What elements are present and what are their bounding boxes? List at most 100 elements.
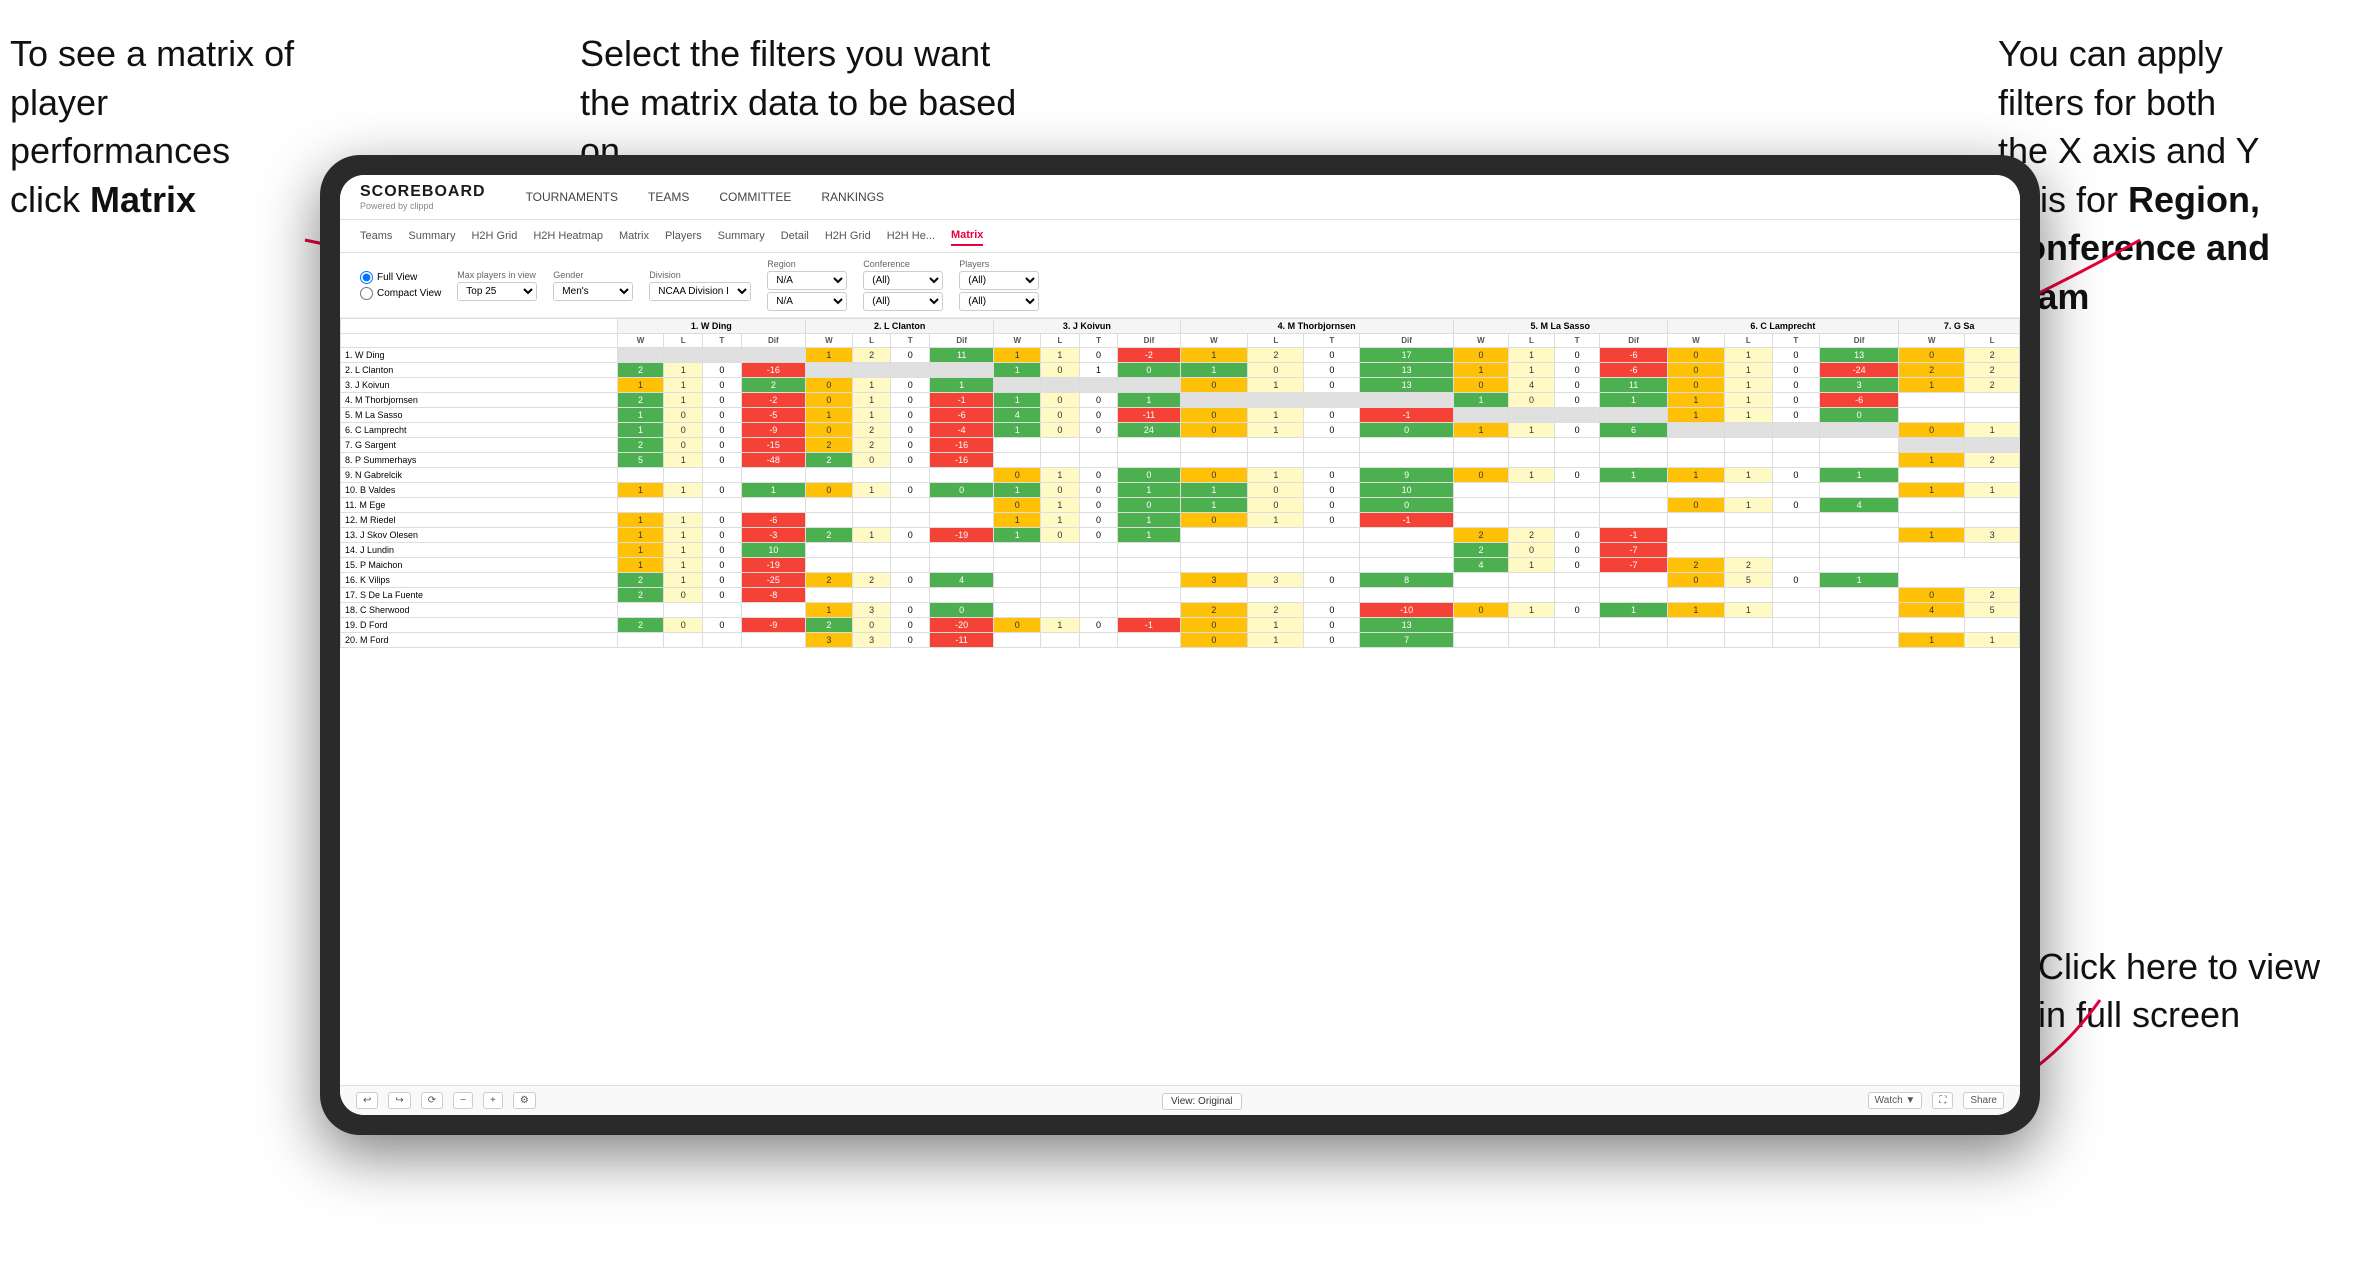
cell-r0-c3-3: 17 xyxy=(1360,348,1453,363)
region-select-2[interactable]: N/A xyxy=(767,292,847,311)
cell-r16-c6-0: 0 xyxy=(1899,588,1965,603)
cell-r15-c3-0: 3 xyxy=(1180,573,1248,588)
cell-r4-c0-2: 0 xyxy=(703,408,742,423)
cell-r2-c4-1: 4 xyxy=(1509,378,1555,393)
conference-select-2[interactable]: (All) xyxy=(863,292,943,311)
nav-teams[interactable]: TEAMS xyxy=(648,186,689,208)
cell-r10-c1-3 xyxy=(930,498,994,513)
undo-btn[interactable]: ↩ xyxy=(356,1092,378,1109)
full-view-radio[interactable] xyxy=(360,271,373,284)
cell-r5-c4-1: 1 xyxy=(1509,423,1555,438)
players-select-2[interactable]: (All) xyxy=(959,292,1039,311)
cell-r3-c1-3: -1 xyxy=(930,393,994,408)
cell-r18-c0-1: 0 xyxy=(664,618,703,633)
cell-r18-c5-2 xyxy=(1772,618,1819,633)
cell-r3-c5-2: 0 xyxy=(1772,393,1819,408)
tab-summary[interactable]: Summary xyxy=(408,227,455,245)
cell-r12-c4-3: -1 xyxy=(1600,528,1667,543)
cell-r1-c4-3: -6 xyxy=(1600,363,1667,378)
cell-r1-c0-1: 1 xyxy=(664,363,703,378)
tab-matrix-active[interactable]: Matrix xyxy=(951,226,983,246)
cell-r14-c2-3 xyxy=(1118,558,1180,573)
division-select[interactable]: NCAA Division I xyxy=(649,282,751,301)
cell-r14-c2-0 xyxy=(994,558,1041,573)
cell-r11-c5-0 xyxy=(1667,513,1725,528)
tab-h2h-grid[interactable]: H2H Grid xyxy=(471,227,517,245)
cell-r19-c5-0 xyxy=(1667,633,1725,648)
cell-r0-c1-0: 1 xyxy=(805,348,852,363)
tab-matrix-1[interactable]: Matrix xyxy=(619,227,649,245)
matrix-content[interactable]: 1. W Ding 2. L Clanton 3. J Koivun 4. M … xyxy=(340,318,2020,1085)
cell-r16-c4-2 xyxy=(1554,588,1600,603)
cell-r7-c0-1: 1 xyxy=(664,453,703,468)
cell-r5-c6-1: 1 xyxy=(1965,423,2020,438)
full-view-option[interactable]: Full View xyxy=(360,271,441,284)
tab-players[interactable]: Players xyxy=(665,227,702,245)
cell-r19-c6-1: 1 xyxy=(1965,633,2020,648)
cell-r7-c4-3 xyxy=(1600,453,1667,468)
cell-r11-c1-0 xyxy=(805,513,852,528)
cell-r8-c1-3 xyxy=(930,468,994,483)
cell-r16-c5-3 xyxy=(1820,588,1899,603)
expand-btn[interactable]: ⛶ xyxy=(1932,1092,1953,1109)
max-players-select[interactable]: Top 25 xyxy=(457,282,537,301)
nav-committee[interactable]: COMMITTEE xyxy=(719,186,791,208)
redo-btn[interactable]: ↪ xyxy=(388,1092,410,1109)
cell-r1-c3-2: 0 xyxy=(1304,363,1360,378)
cell-r10-c3-0: 1 xyxy=(1180,498,1248,513)
cell-r10-c2-0: 0 xyxy=(994,498,1041,513)
cell-r5-c2-3: 24 xyxy=(1118,423,1180,438)
watch-btn[interactable]: Watch ▼ xyxy=(1868,1092,1923,1109)
cell-r9-c0-1: 1 xyxy=(664,483,703,498)
cell-r0-c5-0: 0 xyxy=(1667,348,1725,363)
zoom-in-btn[interactable]: + xyxy=(483,1092,503,1109)
cell-r15-c4-2 xyxy=(1554,573,1600,588)
region-select[interactable]: N/A xyxy=(767,271,847,290)
zoom-out-btn[interactable]: − xyxy=(453,1092,473,1109)
share-btn[interactable]: Share xyxy=(1963,1092,2004,1109)
nav-rankings[interactable]: RANKINGS xyxy=(821,186,884,208)
cell-r17-c1-2: 0 xyxy=(891,603,930,618)
compact-view-label: Compact View xyxy=(377,288,441,299)
compact-view-option[interactable]: Compact View xyxy=(360,287,441,300)
cell-r7-c1-3: -16 xyxy=(930,453,994,468)
cell-r6-c0-0: 2 xyxy=(617,438,664,453)
cell-r15-c3-2: 0 xyxy=(1304,573,1360,588)
cell-r13-c5-0 xyxy=(1667,543,1725,558)
cell-r2-c4-2: 0 xyxy=(1554,378,1600,393)
tab-detail[interactable]: Detail xyxy=(781,227,809,245)
settings-btn[interactable]: ⚙ xyxy=(513,1092,536,1109)
refresh-btn[interactable]: ⟳ xyxy=(421,1092,443,1109)
tab-h2h-grid-2[interactable]: H2H Grid xyxy=(825,227,871,245)
cell-r11-c6-1 xyxy=(1965,513,2020,528)
cell-r13-c4-2: 0 xyxy=(1554,543,1600,558)
cell-r2-c1-3: 1 xyxy=(930,378,994,393)
cell-r4-c4-2 xyxy=(1554,408,1600,423)
cell-r14-c5-3 xyxy=(1820,558,1899,573)
cell-r4-c0-1: 0 xyxy=(664,408,703,423)
table-row: 15. P Maichon110-19410-722 xyxy=(341,558,2020,573)
tab-summary-2[interactable]: Summary xyxy=(718,227,765,245)
cell-r4-c1-3: -6 xyxy=(930,408,994,423)
nav-tournaments[interactable]: TOURNAMENTS xyxy=(526,186,618,208)
tab-h2h-he[interactable]: H2H He... xyxy=(887,227,935,245)
tab-teams[interactable]: Teams xyxy=(360,227,392,245)
cell-r8-c1-1 xyxy=(852,468,891,483)
cell-r14-c4-1: 1 xyxy=(1509,558,1555,573)
sh-6-t: T xyxy=(1772,334,1819,348)
cell-r13-c3-1 xyxy=(1248,543,1304,558)
cell-r18-c3-3: 13 xyxy=(1360,618,1453,633)
ann-tc-text: Select the filters you want the matrix d… xyxy=(580,33,1016,171)
cell-r3-c2-3: 1 xyxy=(1118,393,1180,408)
conference-select[interactable]: (All) xyxy=(863,271,943,290)
gender-select[interactable]: Men's xyxy=(553,282,633,301)
compact-view-radio[interactable] xyxy=(360,287,373,300)
cell-r9-c3-0: 1 xyxy=(1180,483,1248,498)
cell-r12-c0-1: 1 xyxy=(664,528,703,543)
cell-r8-c0-3 xyxy=(741,468,805,483)
players-select[interactable]: (All) xyxy=(959,271,1039,290)
cell-r13-c2-1 xyxy=(1041,543,1080,558)
tab-h2h-heatmap[interactable]: H2H Heatmap xyxy=(533,227,603,245)
view-original-btn[interactable]: View: Original xyxy=(1162,1093,1242,1110)
cell-r1-c5-2: 0 xyxy=(1772,363,1819,378)
